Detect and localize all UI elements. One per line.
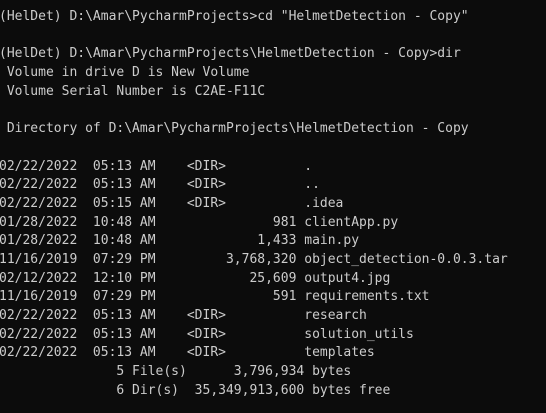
dir-entry-row: 01/28/2022 10:48 AM 1,433 main.py <box>0 233 360 249</box>
directory-of-line: Directory of D:\Amar\PycharmProjects\Hel… <box>0 121 469 137</box>
dir-entry-row: 02/12/2022 12:10 PM 25,609 output4.jpg <box>0 270 391 286</box>
dir-entry-row: 02/22/2022 05:13 AM <DIR> .. <box>0 177 320 193</box>
dir-entry-row: 11/16/2019 07:29 PM 3,768,320 object_det… <box>0 251 508 267</box>
dir-entry-row: 02/22/2022 05:13 AM <DIR> research <box>0 308 367 323</box>
dir-count-summary: 6 Dir(s) 35,349,913,600 bytes free <box>0 382 391 398</box>
console-window[interactable]: (HelDet) D:\Amar\PycharmProjects>cd "Hel… <box>0 0 546 413</box>
dir-entry-row: 02/22/2022 05:13 AM <DIR> templates <box>0 345 375 361</box>
dir-entry-row: 02/22/2022 05:15 AM <DIR> .idea <box>0 195 344 211</box>
dir-entry-row: 01/28/2022 10:48 AM 981 clientApp.py <box>0 214 399 230</box>
dir-entry-row: 02/22/2022 05:13 AM <DIR> solution_utils <box>0 326 414 342</box>
dir-entry-row: 02/22/2022 05:13 AM <DIR> . <box>0 158 313 174</box>
command-line-cd: (HelDet) D:\Amar\PycharmProjects>cd "Hel… <box>0 9 469 24</box>
file-count-summary: 5 File(s) 3,796,934 bytes <box>0 364 352 380</box>
volume-label-line: Volume in drive D is New Volume <box>0 65 250 81</box>
volume-serial-line: Volume Serial Number is C2AE-F11C <box>0 83 266 99</box>
dir-entry-row: 11/16/2019 07:29 PM 591 requirements.txt <box>0 289 430 305</box>
command-line-dir: (HelDet) D:\Amar\PycharmProjects\HelmetD… <box>0 46 461 62</box>
